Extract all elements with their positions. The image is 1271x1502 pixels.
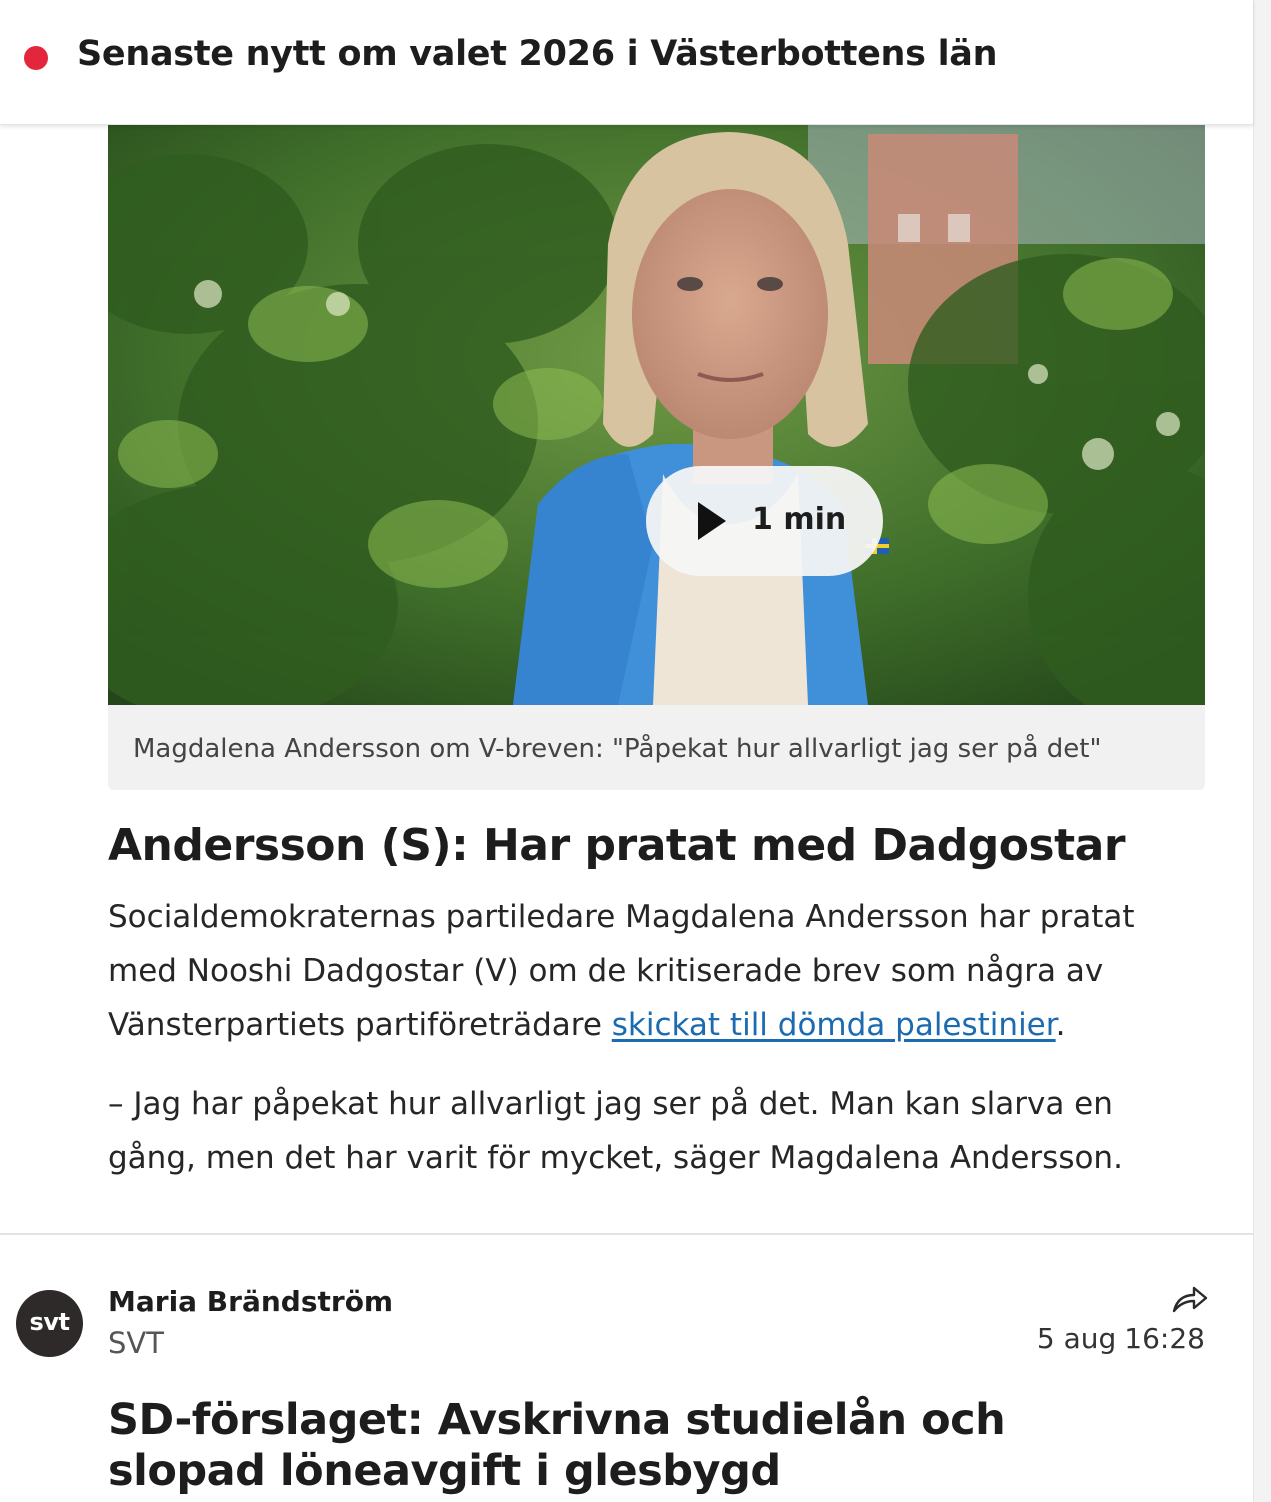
post-quote-paragraph: – Jag har påpekat hur allvarligt jag ser… — [108, 1086, 1123, 1176]
post-time: 16:28 — [1124, 1322, 1205, 1355]
author-name: Maria Brändström — [108, 1285, 394, 1318]
post-headline: SD-förslaget: Avskrivna studielån och sl… — [108, 1395, 1006, 1496]
play-video-button[interactable]: 1 min — [646, 466, 883, 576]
live-indicator-icon — [24, 46, 48, 70]
sticky-header: Senaste nytt om valet 2026 i Västerbotte… — [0, 0, 1253, 125]
video-thumbnail — [108, 124, 1205, 705]
video-player[interactable]: 1 min — [108, 124, 1205, 705]
author-avatar: svt — [16, 1290, 83, 1357]
video-duration: 1 min — [752, 502, 847, 537]
article-link[interactable]: skickat till dömda palestinier — [612, 1007, 1056, 1043]
video-caption: Magdalena Andersson om V-breven: "Påpeka… — [108, 705, 1205, 790]
author-organization: SVT — [108, 1326, 164, 1360]
post-date: 5 aug — [1036, 1322, 1117, 1355]
post-headline: Andersson (S): Har pratat med Dadgostar — [108, 820, 1126, 871]
post-divider — [0, 1233, 1253, 1235]
live-feed-title: Senaste nytt om valet 2026 i Västerbotte… — [77, 34, 998, 74]
share-icon[interactable] — [1172, 1283, 1208, 1315]
post-paragraph: Socialdemokraternas partiledare Magdalen… — [108, 890, 1208, 1052]
page: Senaste nytt om valet 2026 i Västerbotte… — [0, 0, 1271, 1502]
paragraph-text-end: . — [1055, 1007, 1066, 1043]
play-icon — [698, 502, 726, 540]
scrollbar-track[interactable] — [1253, 0, 1271, 1502]
post-timestamp: 5 aug 16:28 — [1037, 1322, 1205, 1355]
